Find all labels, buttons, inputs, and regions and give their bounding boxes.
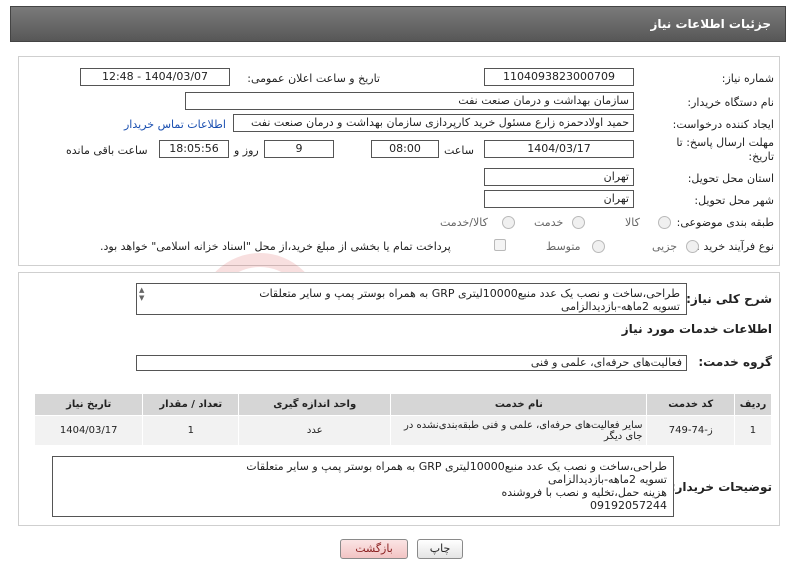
summary-line-2: تسویه 2ماهه-بازدیدالزامی: [561, 300, 680, 313]
buyer-notes-textarea[interactable]: طراحی،ساخت و نصب یک عدد منبع10000لیتری G…: [52, 456, 674, 517]
buyer-notes-label: توضیحات خریدار:: [670, 480, 772, 494]
table-row: 1 ز-74-749 سایر فعالیت‌های حرفه‌ای، علمی…: [33, 415, 773, 446]
details-panel: [18, 56, 780, 266]
deadline-time-label: ساعت: [444, 144, 474, 157]
cell-service-name: سایر فعالیت‌های حرفه‌ای، علمی و فنی طبقه…: [390, 415, 648, 446]
process-label: نوع فرآیند خرید :: [696, 240, 774, 253]
province-field: تهران: [484, 168, 634, 186]
category-radio-goods[interactable]: [658, 216, 671, 229]
service-group-field: فعالیت‌های حرفه‌ای، علمی و فنی: [136, 355, 687, 371]
cell-unit: عدد: [238, 415, 392, 446]
category-radio-goods-service[interactable]: [502, 216, 515, 229]
process-option-minor: جزیی: [652, 240, 678, 253]
process-radio-minor[interactable]: [686, 240, 699, 253]
process-option-medium: متوسط: [546, 240, 581, 253]
buyer-notes-line-3: هزینه حمل،تخلیه و نصب با فروشنده: [501, 486, 667, 499]
back-button[interactable]: بازگشت: [340, 539, 408, 559]
col-header-service-name: نام خدمت: [390, 393, 648, 416]
cell-need-date: 1404/03/17: [33, 415, 144, 446]
summary-label: شرح کلی نیاز:: [686, 292, 772, 306]
print-button[interactable]: چاپ: [417, 539, 463, 559]
need-number-field: 1104093823000709: [484, 68, 634, 86]
buyer-contact-link[interactable]: اطلاعات تماس خریدار: [124, 118, 226, 131]
cell-service-code: ز-74-749: [646, 415, 735, 446]
page-header: جزئیات اطلاعات نیاز: [10, 6, 786, 42]
category-option-service: خدمت: [534, 216, 564, 229]
services-table: ردیف کد خدمت نام خدمت واحد اندازه گیری ت…: [33, 393, 773, 446]
buyer-notes-line-4: 09192057244: [590, 499, 667, 512]
services-section-title: اطلاعات خدمات مورد نیاز: [621, 322, 772, 336]
summary-textarea[interactable]: طراحی،ساخت و نصب یک عدد منبع10000لیتری G…: [136, 283, 687, 315]
category-radio-service[interactable]: [572, 216, 585, 229]
page-title: جزئیات اطلاعات نیاز: [650, 17, 771, 31]
col-header-quantity: تعداد / مقدار: [142, 393, 240, 416]
col-header-service-code: کد خدمت: [646, 393, 735, 416]
category-label: طبقه بندی موضوعی:: [676, 216, 774, 229]
payment-note: پرداخت تمام یا بخشی از مبلغ خرید،از محل …: [100, 240, 451, 253]
remaining-time-field: 18:05:56: [159, 140, 229, 158]
treasury-checkbox[interactable]: [494, 239, 506, 251]
col-header-unit: واحد اندازه گیری: [238, 393, 392, 416]
cell-row-no: 1: [733, 415, 773, 446]
process-radio-medium[interactable]: [592, 240, 605, 253]
deadline-time-field: 08:00: [371, 140, 439, 158]
days-label: روز و: [234, 144, 259, 157]
deadline-date-field: 1404/03/17: [484, 140, 634, 158]
buyer-notes-line-1: طراحی،ساخت و نصب یک عدد منبع10000لیتری G…: [246, 460, 667, 473]
summary-scroll-arrows-icon[interactable]: ▲ ▼: [139, 286, 144, 302]
announce-label: تاریخ و ساعت اعلان عمومی:: [247, 72, 380, 85]
col-header-row-no: ردیف: [733, 393, 773, 416]
deadline-label: مهلت ارسال پاسخ: تا تاریخ:: [676, 136, 774, 163]
city-field: تهران: [484, 190, 634, 208]
buyer-notes-line-2: تسویه 2ماهه-بازدیدالزامی: [548, 473, 667, 486]
summary-line-1: طراحی،ساخت و نصب یک عدد منبع10000لیتری G…: [259, 287, 680, 300]
days-field: 9: [264, 140, 334, 158]
service-group-label: گروه خدمت:: [698, 355, 772, 369]
city-label: شهر محل تحویل:: [694, 194, 774, 207]
need-number-label: شماره نیاز:: [721, 72, 774, 85]
category-option-goods: کالا: [625, 216, 640, 229]
requester-field: حمید اولادحمزه زارع مسئول خرید کارپردازی…: [233, 114, 634, 132]
requester-label: ایجاد کننده درخواست:: [672, 118, 774, 131]
remaining-label: ساعت باقی مانده: [66, 144, 148, 157]
table-header-row: ردیف کد خدمت نام خدمت واحد اندازه گیری ت…: [33, 393, 773, 416]
cell-quantity: 1: [142, 415, 240, 446]
announce-field: 1404/03/07 - 12:48: [80, 68, 230, 86]
category-option-goods-service: کالا/خدمت: [440, 216, 488, 229]
col-header-need-date: تاریخ نیاز: [33, 393, 144, 416]
buyer-org-label: نام دستگاه خریدار:: [687, 96, 774, 109]
province-label: استان محل تحویل:: [687, 172, 774, 185]
buyer-org-field: سازمان بهداشت و درمان صنعت نفت: [185, 92, 634, 110]
